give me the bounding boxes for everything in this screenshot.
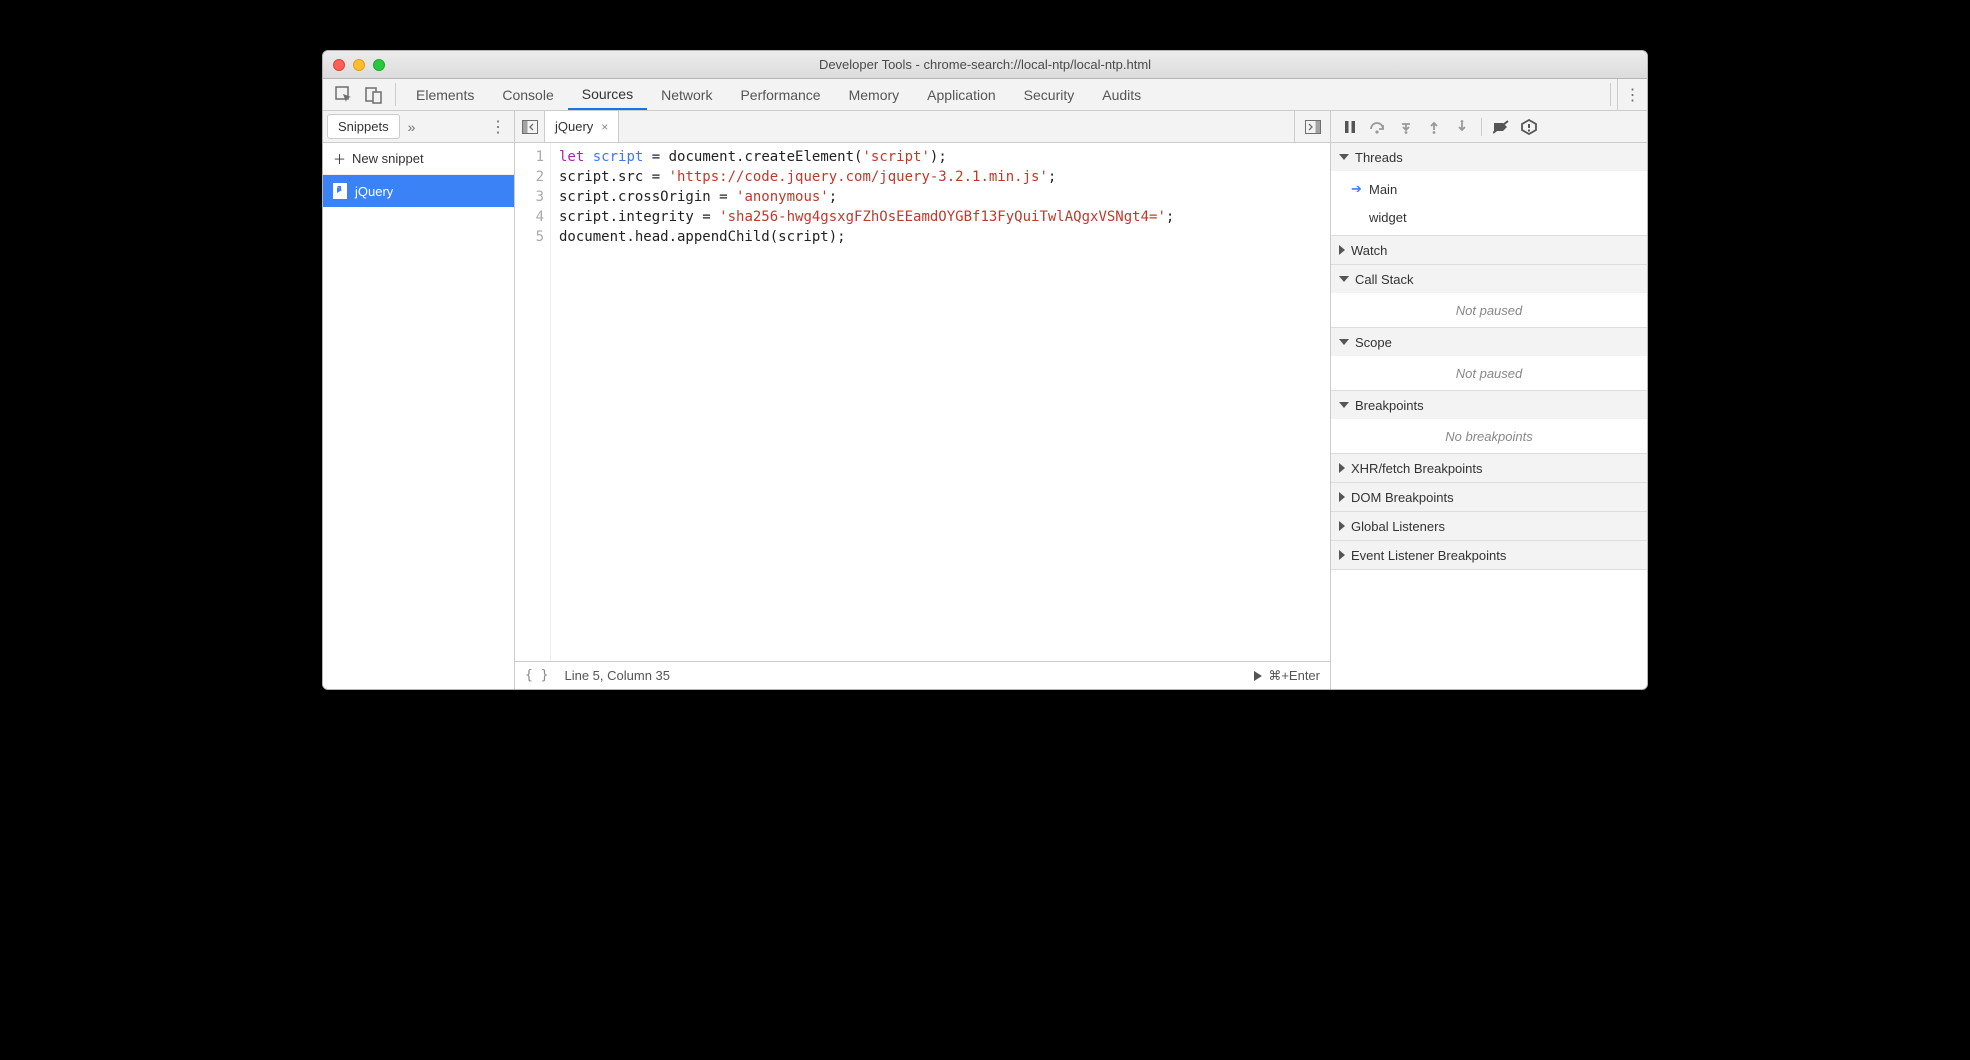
thread-item[interactable]: ➔ Main <box>1331 175 1647 203</box>
plus-icon: ＋ <box>333 149 346 168</box>
editor-statusbar: { } Line 5, Column 35 ⌘+Enter <box>515 661 1330 689</box>
step-out-button[interactable] <box>1421 115 1447 139</box>
callstack-message: Not paused <box>1331 293 1647 327</box>
debugger-toolbar <box>1331 111 1647 143</box>
run-shortcut: ⌘+Enter <box>1268 668 1320 684</box>
thread-name: widget <box>1369 210 1407 225</box>
section-label: Call Stack <box>1355 272 1414 287</box>
editor-file-name: jQuery <box>555 119 593 134</box>
panel-tab-console[interactable]: Console <box>488 79 567 110</box>
editor-pane: jQuery × 12345 let script = document.cre… <box>515 111 1331 689</box>
new-snippet-label: New snippet <box>352 151 424 166</box>
editor-tabs: jQuery × <box>515 111 1330 143</box>
xhr-breakpoints-section: XHR/fetch Breakpoints <box>1331 454 1647 483</box>
breakpoints-header[interactable]: Breakpoints <box>1331 391 1647 419</box>
show-debugger-icon[interactable] <box>1294 111 1330 142</box>
devtools-window: Developer Tools - chrome-search://local-… <box>322 50 1648 690</box>
thread-name: Main <box>1369 182 1397 197</box>
chevron-right-icon <box>1339 245 1345 255</box>
snippets-tab[interactable]: Snippets <box>327 114 400 139</box>
line-gutter: 12345 <box>515 143 551 661</box>
window-title: Developer Tools - chrome-search://local-… <box>323 57 1647 72</box>
chevron-down-icon <box>1339 402 1349 408</box>
more-tabs-icon[interactable]: » <box>404 119 420 135</box>
navigator-tabs: Snippets » ⋮ <box>323 111 514 143</box>
panel-tab-application[interactable]: Application <box>913 79 1010 110</box>
scope-section: Scope Not paused <box>1331 328 1647 391</box>
debugger-sidebar: Threads ➔ Main widget Watch <box>1331 111 1647 689</box>
section-label: Watch <box>1351 243 1387 258</box>
titlebar: Developer Tools - chrome-search://local-… <box>323 51 1647 79</box>
chevron-down-icon <box>1339 154 1349 160</box>
callstack-section: Call Stack Not paused <box>1331 265 1647 328</box>
chevron-down-icon <box>1339 276 1349 282</box>
chevron-right-icon <box>1339 463 1345 473</box>
panel-tab-security[interactable]: Security <box>1010 79 1089 110</box>
threads-header[interactable]: Threads <box>1331 143 1647 171</box>
main-toolbar: ElementsConsoleSourcesNetworkPerformance… <box>323 79 1647 111</box>
code-editor[interactable]: 12345 let script = document.createElemen… <box>515 143 1330 661</box>
code-content: let script = document.createElement('scr… <box>551 143 1182 661</box>
watch-section: Watch <box>1331 236 1647 265</box>
step-button[interactable] <box>1449 115 1475 139</box>
panel-tab-network[interactable]: Network <box>647 79 726 110</box>
scope-message: Not paused <box>1331 356 1647 390</box>
panel-tab-audits[interactable]: Audits <box>1088 79 1155 110</box>
section-label: Event Listener Breakpoints <box>1351 548 1506 563</box>
global-listeners-header[interactable]: Global Listeners <box>1331 512 1647 540</box>
close-tab-icon[interactable]: × <box>601 120 608 134</box>
toolbar-separator <box>1610 83 1611 106</box>
deactivate-breakpoints-button[interactable] <box>1488 115 1514 139</box>
dom-breakpoints-header[interactable]: DOM Breakpoints <box>1331 483 1647 511</box>
pretty-print-icon[interactable]: { } <box>525 668 548 683</box>
scope-header[interactable]: Scope <box>1331 328 1647 356</box>
section-label: DOM Breakpoints <box>1351 490 1454 505</box>
cursor-position: Line 5, Column 35 <box>564 668 670 683</box>
event-listener-breakpoints-section: Event Listener Breakpoints <box>1331 541 1647 570</box>
toolbar-separator <box>395 83 396 106</box>
section-label: Threads <box>1355 150 1403 165</box>
panel-tab-elements[interactable]: Elements <box>402 79 488 110</box>
thread-item[interactable]: widget <box>1331 203 1647 231</box>
editor-file-tab[interactable]: jQuery × <box>545 111 619 142</box>
global-listeners-section: Global Listeners <box>1331 512 1647 541</box>
dom-breakpoints-section: DOM Breakpoints <box>1331 483 1647 512</box>
snippet-name: jQuery <box>355 184 393 199</box>
new-snippet-button[interactable]: ＋ New snippet <box>323 143 514 175</box>
section-label: Scope <box>1355 335 1392 350</box>
pause-on-exceptions-button[interactable] <box>1516 115 1542 139</box>
chevron-right-icon <box>1339 550 1345 560</box>
threads-section: Threads ➔ Main widget <box>1331 143 1647 236</box>
step-over-button[interactable] <box>1365 115 1391 139</box>
panel-body: Snippets » ⋮ ＋ New snippet jQuery jQuery <box>323 111 1647 689</box>
navigator-menu-icon[interactable]: ⋮ <box>484 117 512 137</box>
panel-tab-performance[interactable]: Performance <box>726 79 834 110</box>
panel-tab-sources[interactable]: Sources <box>568 79 647 110</box>
section-label: Breakpoints <box>1355 398 1424 413</box>
current-thread-arrow-icon: ➔ <box>1351 181 1365 197</box>
breakpoints-section: Breakpoints No breakpoints <box>1331 391 1647 454</box>
snippet-file-icon <box>333 183 347 199</box>
run-snippet-button[interactable]: ⌘+Enter <box>1254 668 1320 684</box>
chevron-down-icon <box>1339 339 1349 345</box>
section-label: Global Listeners <box>1351 519 1445 534</box>
device-toolbar-icon[interactable] <box>359 79 389 110</box>
watch-header[interactable]: Watch <box>1331 236 1647 264</box>
event-listener-breakpoints-header[interactable]: Event Listener Breakpoints <box>1331 541 1647 569</box>
navigator-sidebar: Snippets » ⋮ ＋ New snippet jQuery <box>323 111 515 689</box>
panel-tab-memory[interactable]: Memory <box>835 79 914 110</box>
breakpoints-message: No breakpoints <box>1331 419 1647 453</box>
callstack-header[interactable]: Call Stack <box>1331 265 1647 293</box>
toolbar-menu-icon[interactable]: ⋮ <box>1617 79 1647 110</box>
xhr-breakpoints-header[interactable]: XHR/fetch Breakpoints <box>1331 454 1647 482</box>
chevron-right-icon <box>1339 521 1345 531</box>
chevron-right-icon <box>1339 492 1345 502</box>
step-into-button[interactable] <box>1393 115 1419 139</box>
snippet-item[interactable]: jQuery <box>323 175 514 207</box>
hide-navigator-icon[interactable] <box>515 111 545 142</box>
play-icon <box>1254 671 1262 681</box>
section-label: XHR/fetch Breakpoints <box>1351 461 1483 476</box>
inspect-element-icon[interactable] <box>329 79 359 110</box>
pause-button[interactable] <box>1337 115 1363 139</box>
